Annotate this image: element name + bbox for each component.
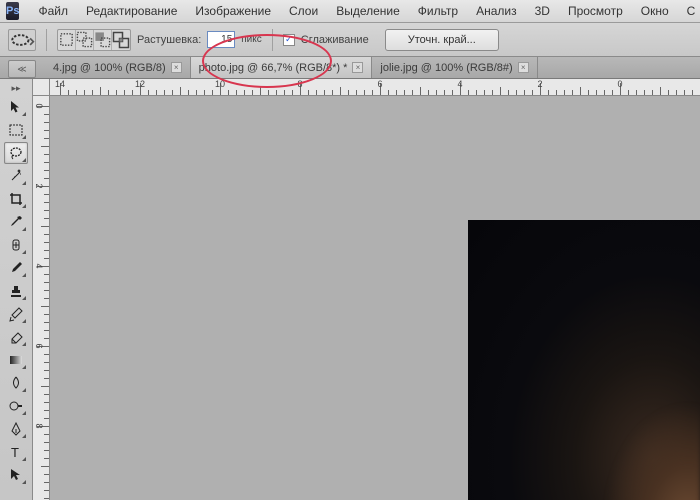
tab-label: 4.jpg @ 100% (RGB/8) — [53, 62, 166, 74]
document-tabbar: 4.jpg @ 100% (RGB/8) × photo.jpg @ 66,7%… — [0, 57, 700, 79]
separator — [272, 29, 273, 51]
menu-image[interactable]: Изображение — [186, 4, 280, 18]
eraser-tool[interactable] — [4, 326, 28, 348]
dodge-tool[interactable] — [4, 395, 28, 417]
workspace: ▸▸ T 14121086420 024681012 — [0, 79, 700, 500]
brush-tool[interactable] — [4, 257, 28, 279]
close-icon[interactable]: × — [171, 62, 182, 73]
tool-preset-picker[interactable] — [8, 29, 36, 51]
refine-edge-button[interactable]: Уточн. край... — [385, 29, 499, 51]
selection-mode-group — [57, 29, 131, 51]
path-select-tool[interactable] — [4, 464, 28, 486]
menu-filter[interactable]: Фильтр — [409, 4, 467, 18]
close-icon[interactable]: × — [518, 62, 529, 73]
feather-label: Растушевка: — [137, 34, 201, 46]
tab-label: photo.jpg @ 66,7% (RGB/8*) * — [199, 62, 348, 74]
menu-layer[interactable]: Слои — [280, 4, 327, 18]
menu-analysis[interactable]: Анализ — [467, 4, 526, 18]
menu-select[interactable]: Выделение — [327, 4, 409, 18]
close-icon[interactable]: × — [352, 62, 363, 73]
canvas[interactable] — [50, 96, 700, 500]
menu-3d[interactable]: 3D — [526, 4, 559, 18]
selection-subtract-icon[interactable] — [94, 30, 112, 50]
tab-document-2[interactable]: jolie.jpg @ 100% (RGB/8#) × — [372, 57, 537, 78]
menu-bar: Ps Файл Редактирование Изображение Слои … — [0, 0, 700, 23]
selection-intersect-icon[interactable] — [112, 30, 130, 50]
collapse-icon[interactable]: ≪ — [8, 60, 36, 78]
svg-text:T: T — [11, 445, 19, 460]
menu-window[interactable]: Окно — [632, 4, 678, 18]
pen-tool[interactable] — [4, 418, 28, 440]
tab-document-1[interactable]: photo.jpg @ 66,7% (RGB/8*) * × — [191, 57, 373, 78]
tab-document-0[interactable]: 4.jpg @ 100% (RGB/8) × — [45, 57, 191, 78]
document-area: 14121086420 024681012 — [33, 79, 700, 500]
wand-tool[interactable] — [4, 165, 28, 187]
marquee-tool[interactable] — [4, 119, 28, 141]
blur-tool[interactable] — [4, 372, 28, 394]
menu-file[interactable]: Файл — [29, 4, 77, 18]
feather-unit: пикс — [241, 34, 262, 45]
type-tool[interactable]: T — [4, 441, 28, 463]
gradient-tool[interactable] — [4, 349, 28, 371]
app-logo: Ps — [6, 2, 19, 20]
menu-edit[interactable]: Редактирование — [77, 4, 186, 18]
antialias-checkbox[interactable]: ✓ — [283, 34, 295, 46]
stamp-tool[interactable] — [4, 280, 28, 302]
antialias-label: Сглаживание — [301, 34, 369, 46]
image-content — [580, 370, 700, 500]
healing-tool[interactable] — [4, 234, 28, 256]
options-bar: Растушевка: пикс ✓ Сглаживание Уточн. кр… — [0, 23, 700, 57]
eyedropper-tool[interactable] — [4, 211, 28, 233]
ruler-corner — [33, 79, 50, 96]
document-image — [468, 220, 700, 500]
selection-new-icon[interactable] — [58, 30, 76, 50]
tab-label: jolie.jpg @ 100% (RGB/8#) — [380, 62, 512, 74]
history-brush-tool[interactable] — [4, 303, 28, 325]
feather-input[interactable] — [207, 31, 235, 48]
move-tool[interactable] — [4, 96, 28, 118]
ruler-horizontal[interactable]: 14121086420 — [50, 79, 700, 96]
lasso-tool[interactable] — [4, 142, 28, 164]
crop-tool[interactable] — [4, 188, 28, 210]
toolbox: ▸▸ T — [0, 79, 33, 500]
menu-help[interactable]: С — [678, 4, 700, 18]
separator — [46, 29, 47, 51]
menu-view[interactable]: Просмотр — [559, 4, 632, 18]
toolbox-expand-icon[interactable]: ▸▸ — [6, 83, 26, 93]
ruler-vertical[interactable]: 024681012 — [33, 96, 50, 500]
selection-add-icon[interactable] — [76, 30, 94, 50]
